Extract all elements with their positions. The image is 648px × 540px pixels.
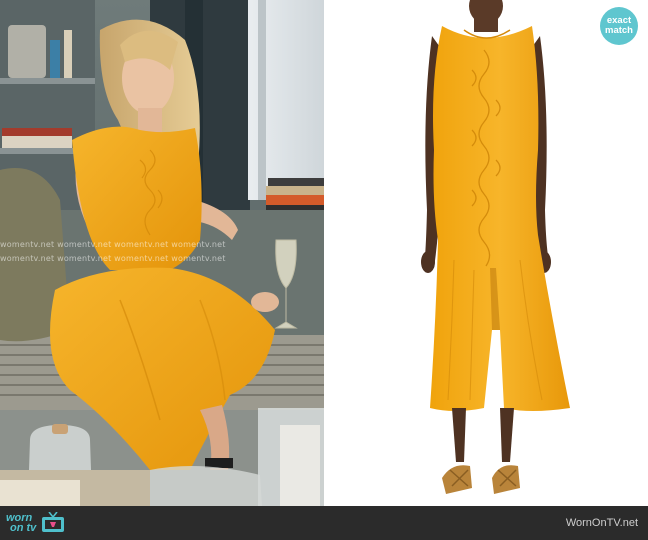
watermark-text: womentv.net womentv.net womentv.net wome… (0, 254, 226, 263)
site-name[interactable]: WornOnTV.net (566, 517, 638, 529)
product-photo (324, 0, 648, 506)
wornontv-logo[interactable]: worn on tv (6, 510, 66, 536)
exact-match-badge: exact match (600, 7, 638, 45)
badge-line2: match (605, 25, 633, 36)
tv-icon (42, 512, 65, 532)
tv-scene-photo: womentv.net womentv.net womentv.net wome… (0, 0, 324, 506)
footer-bar: worn on tv WornOnTV.net (0, 506, 648, 540)
scene-illustration (0, 0, 324, 506)
watermark-text: womentv.net womentv.net womentv.net wome… (0, 240, 226, 249)
logo-line2: on tv (10, 522, 37, 534)
dress-product-illustration (421, 0, 570, 494)
